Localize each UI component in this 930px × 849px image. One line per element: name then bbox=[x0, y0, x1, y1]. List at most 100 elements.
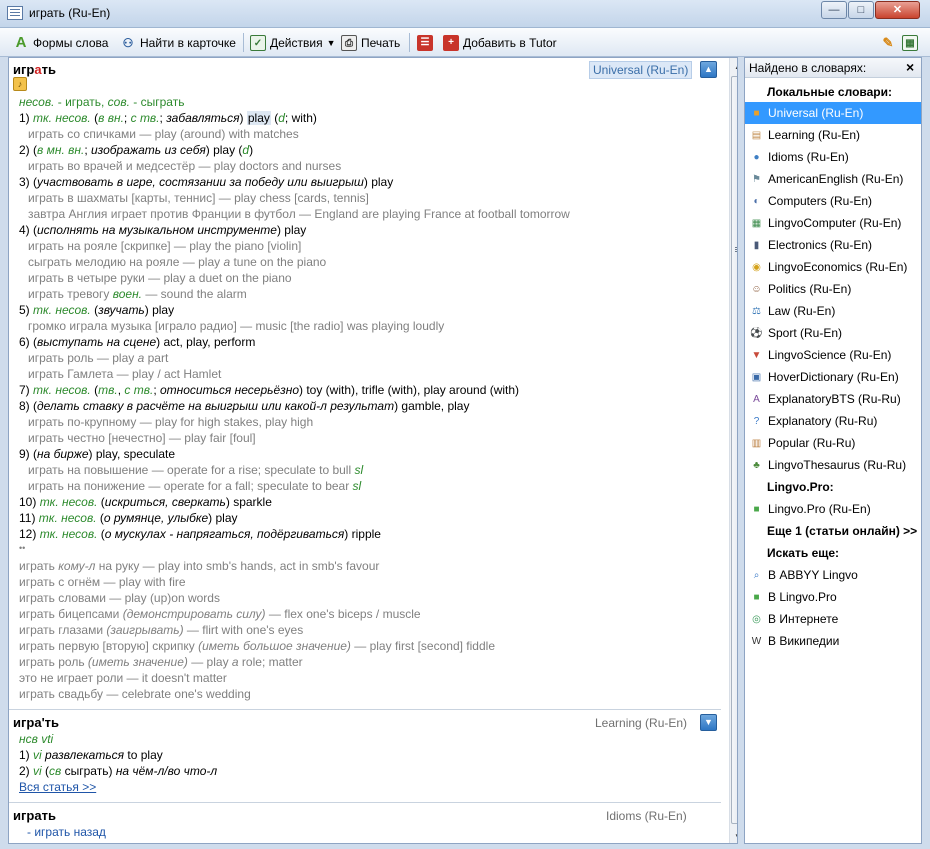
dictionary-item-label: LingvoScience (Ru-En) bbox=[768, 348, 892, 362]
alphabet-icon: A bbox=[753, 393, 760, 405]
expand-article-button[interactable]: ▼ bbox=[700, 714, 717, 731]
dictionary-item[interactable]: ▼ LingvoScience (Ru-En) bbox=[745, 344, 921, 366]
dictionary-item[interactable]: ⌕ В ABBYY Lingvo bbox=[745, 564, 921, 586]
dictionary-item[interactable]: ■ Lingvo.Pro (Ru-En) bbox=[745, 498, 921, 520]
dictionary-item[interactable]: ▥ Popular (Ru-Ru) bbox=[745, 432, 921, 454]
example: играть тревогу воен. — sound the alarm bbox=[28, 287, 247, 301]
print-button[interactable]: ⎙ Печать bbox=[341, 32, 400, 53]
title-bar: играть (Ru-En) — □ ✕ bbox=[0, 0, 930, 28]
vertical-scrollbar[interactable]: ▲ ▼ bbox=[729, 58, 737, 843]
full-article-link[interactable]: Вся статья >> bbox=[19, 779, 96, 795]
pencil-icon: ✎ bbox=[882, 34, 894, 50]
dictionary-item[interactable]: ♣ LingvoThesaurus (Ru-Ru) bbox=[745, 454, 921, 476]
idiom: играть с огнём — play with fire bbox=[19, 575, 186, 589]
dictionary-item[interactable]: ◉ LingvoEconomics (Ru-En) bbox=[745, 256, 921, 278]
sense-11: 11) тк. несов. (о румянце, улыбке) play bbox=[19, 511, 238, 525]
headword: играть bbox=[13, 62, 56, 77]
find-in-card-label: Найти в карточке bbox=[140, 35, 236, 50]
panel-close-icon[interactable]: × bbox=[906, 59, 914, 75]
sense-12: 12) тк. несов. (о мускулах - напрягаться… bbox=[19, 527, 381, 541]
printer-icon: ⎙ bbox=[341, 34, 357, 51]
toolbar-separator bbox=[409, 33, 410, 52]
sense-4: 4) (исполнять на музыкальном инструменте… bbox=[19, 223, 307, 237]
liberty-icon: ⚑ bbox=[752, 173, 761, 185]
pencil-button[interactable]: ✎ bbox=[880, 32, 896, 53]
dictionary-item-label: Politics (Ru-En) bbox=[768, 282, 852, 296]
dictionary-item[interactable]: ▣ HoverDictionary (Ru-En) bbox=[745, 366, 921, 388]
chevron-down-icon: ▼ bbox=[326, 37, 336, 48]
window-icon: ▣ bbox=[751, 371, 762, 383]
sense-1: 1) vi развлекаться to play bbox=[19, 748, 163, 762]
idiom: играть бицепсами (демонстрировать силу) … bbox=[19, 607, 421, 621]
dictionary-item-label: ExplanatoryBTS (Ru-Ru) bbox=[768, 392, 901, 406]
example: играть по-крупному — play for high stake… bbox=[28, 415, 314, 429]
dictionary-item-label: В Википедии bbox=[768, 634, 840, 648]
article-idioms: играть Idioms (Ru-En) - играть назад bbox=[9, 804, 721, 843]
binoculars-icon: ⚇ bbox=[122, 35, 134, 50]
dictionary-item[interactable]: W В Википедии bbox=[745, 630, 921, 652]
shield-icon: ▼ bbox=[751, 349, 762, 361]
dict-label-universal[interactable]: Universal (Ru-En) bbox=[589, 61, 693, 79]
notebook-icon: ▤ bbox=[751, 129, 762, 141]
pro-icon: ■ bbox=[753, 503, 760, 515]
dictionary-item-label: Universal (Ru-En) bbox=[768, 106, 864, 120]
dictionary-item[interactable]: ◐ Computers (Ru-En) bbox=[745, 190, 921, 212]
scroll-up-icon[interactable]: ▲ bbox=[730, 58, 737, 75]
dictionary-item[interactable]: ▤ Learning (Ru-En) bbox=[745, 124, 921, 146]
dictionary-item[interactable]: ☺ Politics (Ru-En) bbox=[745, 278, 921, 300]
dictionary-item-label: Lingvo.Pro (Ru-En) bbox=[768, 502, 871, 516]
example: играть в четыре руки — play a duet on th… bbox=[28, 271, 292, 285]
dictionary-item-label: В ABBYY Lingvo bbox=[768, 568, 858, 582]
article-learning: игра'ть Learning (Ru-En) ▼ нсв vti 1) vi… bbox=[9, 711, 721, 803]
example: играть на рояле [скрипке] — play the pia… bbox=[28, 239, 302, 253]
dictionary-item[interactable]: ? Explanatory (Ru-Ru) bbox=[745, 410, 921, 432]
sense-5: 5) тк. несов. (звучать) play bbox=[19, 303, 175, 317]
dictionary-item-label: Popular (Ru-Ru) bbox=[768, 436, 856, 450]
search-more-header: Искать еще: bbox=[767, 546, 840, 560]
entry-line: нсв vti bbox=[19, 732, 54, 746]
collapse-article-button[interactable]: ▲ bbox=[700, 61, 717, 78]
tutor-icon: ☰ bbox=[417, 34, 433, 51]
local-dictionaries-header: Локальные словари: bbox=[767, 85, 892, 99]
toolbar: A Формы слова ⚇ Найти в карточке ✓ Дейст… bbox=[0, 28, 930, 57]
example: играть на повышение — operate for a rise… bbox=[28, 463, 364, 477]
dictionary-item[interactable]: ▦ LingvoComputer (Ru-En) bbox=[745, 212, 921, 234]
dictionary-item-label: HoverDictionary (Ru-En) bbox=[768, 370, 899, 384]
dictionary-item[interactable]: ⚑ AmericanEnglish (Ru-En) bbox=[745, 168, 921, 190]
close-button[interactable]: ✕ bbox=[875, 1, 920, 19]
dictionary-item[interactable]: ▮ Electronics (Ru-En) bbox=[745, 234, 921, 256]
panel-toggle-button[interactable]: ▦ bbox=[902, 32, 918, 53]
dictionary-item-label: LingvoThesaurus (Ru-Ru) bbox=[768, 458, 907, 472]
dictionary-item[interactable]: ● Idioms (Ru-En) bbox=[745, 146, 921, 168]
dictionary-item-label: Law (Ru-En) bbox=[768, 304, 836, 318]
dictionary-item[interactable]: ⚖ Law (Ru-En) bbox=[745, 300, 921, 322]
dictionary-item-label: AmericanEnglish (Ru-En) bbox=[768, 172, 904, 186]
more-online-link[interactable]: Еще 1 (статьи онлайн) >> bbox=[767, 524, 917, 538]
sense-7: 7) тк. несов. (тв., с тв.; относиться не… bbox=[19, 383, 520, 397]
add-to-tutor-button[interactable]: + Добавить в Tutor bbox=[443, 32, 557, 53]
sound-icon[interactable]: ♪ bbox=[13, 77, 27, 91]
question-icon: ? bbox=[753, 415, 760, 427]
tutor-icon-button[interactable]: ☰ bbox=[417, 32, 433, 53]
dict-label-learning[interactable]: Learning (Ru-En) bbox=[592, 715, 690, 731]
dictionary-item[interactable]: ■ Universal (Ru-En) bbox=[745, 102, 921, 124]
dictionary-item[interactable]: A ExplanatoryBTS (Ru-Ru) bbox=[745, 388, 921, 410]
scroll-down-icon[interactable]: ▼ bbox=[730, 828, 737, 843]
idiom: играть первую [вторую] скрипку (иметь бо… bbox=[19, 639, 495, 653]
find-in-card-button[interactable]: ⚇ Найти в карточке bbox=[120, 32, 236, 53]
dictionary-item-label: LingvoEconomics (Ru-En) bbox=[768, 260, 908, 274]
print-label: Печать bbox=[361, 35, 401, 50]
actions-menu-button[interactable]: ✓ Действия ▼ bbox=[250, 32, 336, 53]
dictionary-item[interactable]: ■ В Lingvo.Pro bbox=[745, 586, 921, 608]
article-pane[interactable]: играть Universal (Ru-En) ▲ ♪ несов. - иг… bbox=[8, 57, 738, 844]
dictionary-item[interactable]: ⚽ Sport (Ru-En) bbox=[745, 322, 921, 344]
dictionary-item[interactable]: ◎ В Интернете bbox=[745, 608, 921, 630]
dict-label-idioms[interactable]: Idioms (Ru-En) bbox=[603, 808, 690, 824]
actions-label: Действия bbox=[270, 35, 323, 50]
word-forms-button[interactable]: A Формы слова bbox=[13, 32, 109, 53]
maximize-button[interactable]: □ bbox=[848, 1, 874, 19]
minimize-button[interactable]: — bbox=[821, 1, 847, 19]
example: играть в шахматы [карты, теннис] — play … bbox=[28, 191, 369, 205]
example: играть во врачей и медсестёр — play doct… bbox=[28, 159, 342, 173]
scroll-thumb[interactable] bbox=[731, 76, 737, 824]
